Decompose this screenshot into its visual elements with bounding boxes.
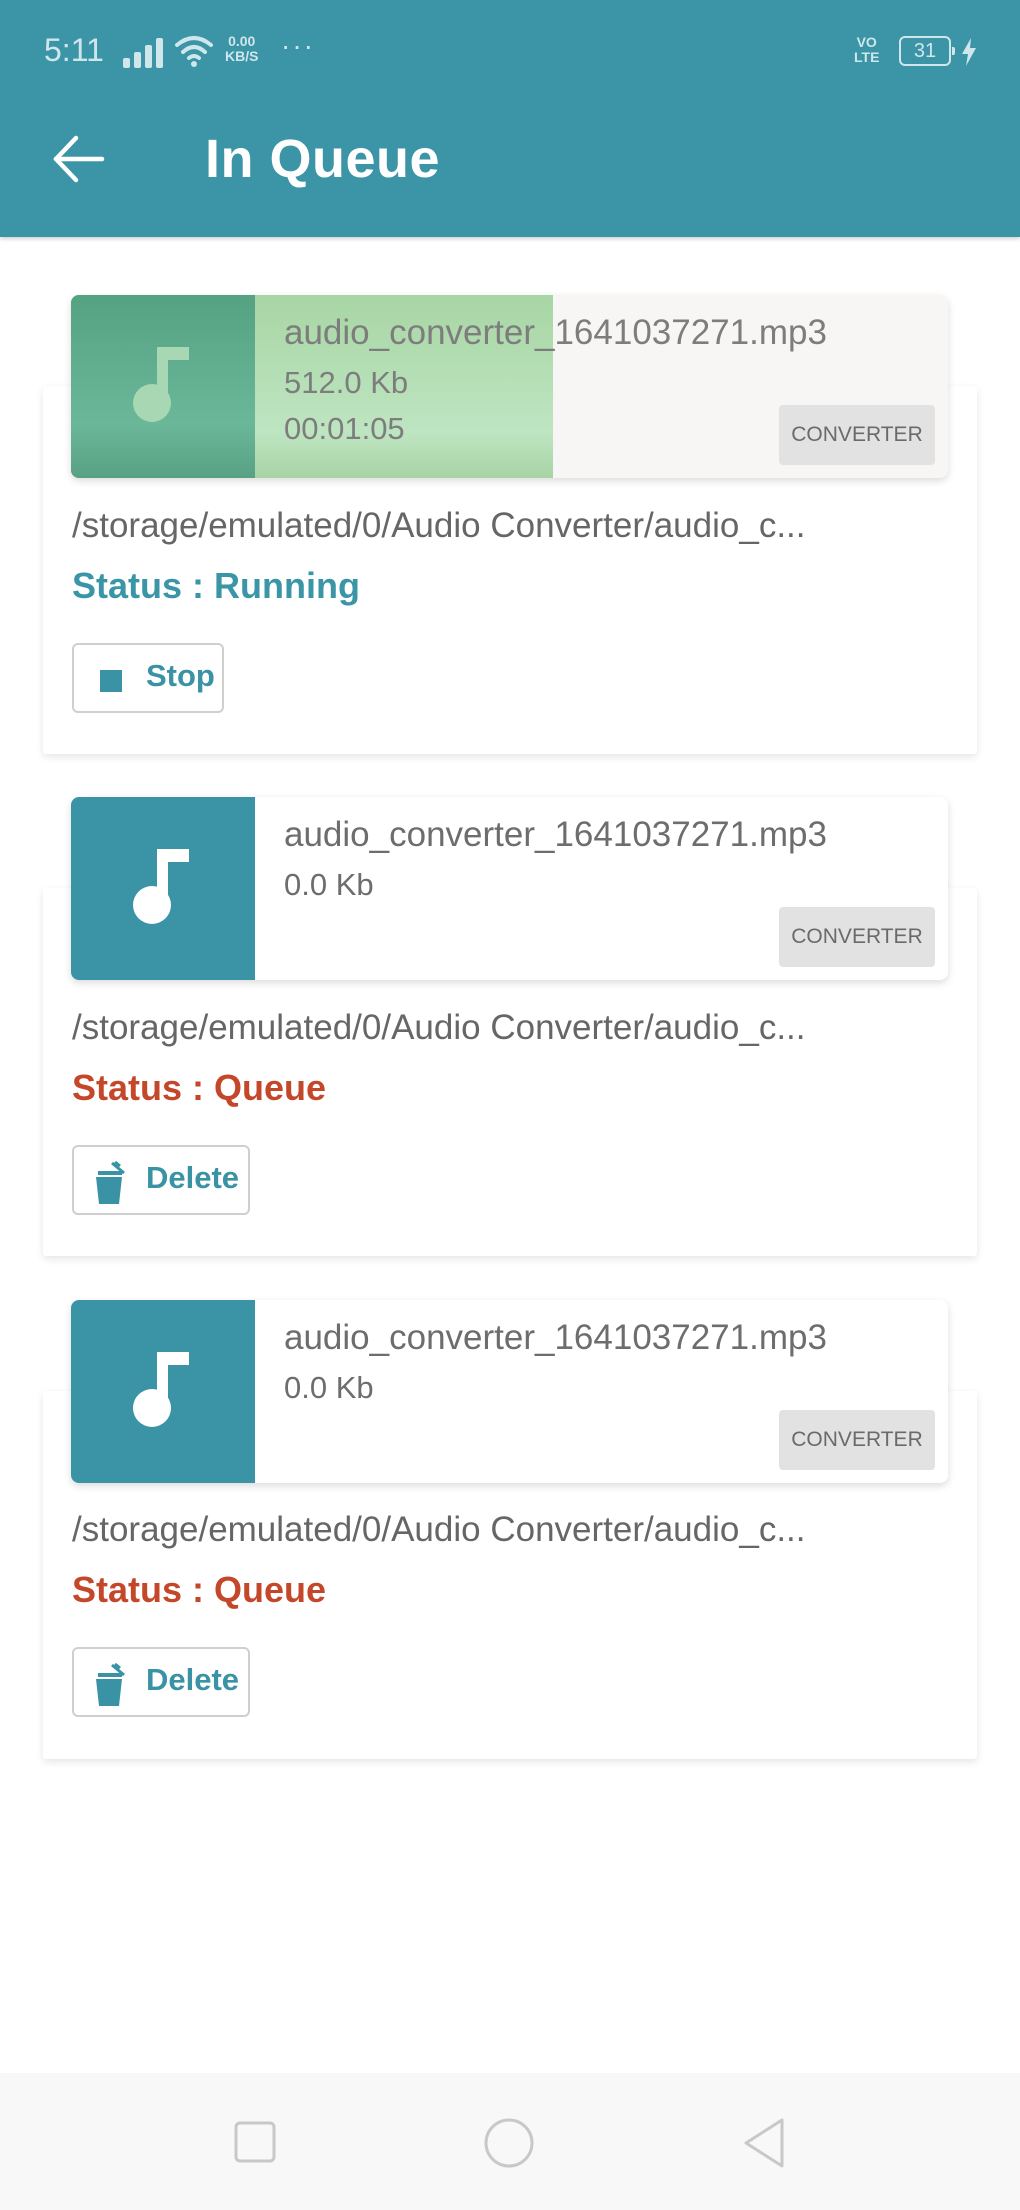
status-time: 5:11 — [44, 32, 104, 68]
delete-button-label: Delete — [146, 1662, 240, 1697]
file-duration: 00:01:05 — [284, 411, 405, 446]
recents-icon[interactable] — [234, 2121, 276, 2163]
queue-item-header[interactable]: audio_converter_1641037271.mp3 512.0 Kb … — [71, 295, 948, 478]
file-path: /storage/emulated/0/Audio Converter/audi… — [72, 506, 806, 545]
delete-button[interactable]: Delete — [72, 1647, 250, 1717]
network-speed-value: 0.00 — [228, 33, 256, 49]
file-path: /storage/emulated/0/Audio Converter/audi… — [72, 1510, 806, 1549]
file-size: 0.0 Kb — [284, 867, 374, 902]
trash-icon — [96, 1663, 125, 1706]
converter-tag[interactable]: CONVERTER — [779, 1410, 935, 1470]
battery-level: 31 — [913, 40, 937, 62]
stop-button-label: Stop — [146, 658, 215, 693]
stop-button[interactable]: Stop — [72, 643, 224, 713]
file-path: /storage/emulated/0/Audio Converter/audi… — [72, 1008, 806, 1047]
music-note-icon — [133, 1352, 189, 1427]
battery-icon: 31 — [899, 36, 955, 66]
status-text: Status : Queue — [72, 1067, 327, 1108]
status-text: Status : Queue — [72, 1569, 327, 1610]
delete-button[interactable]: Delete — [72, 1145, 250, 1215]
queue-item-header[interactable]: audio_converter_1641037271.mp3 0.0 Kb CO… — [71, 1300, 948, 1483]
converter-tag[interactable]: CONVERTER — [779, 907, 935, 967]
queue-item-header[interactable]: audio_converter_1641037271.mp3 0.0 Kb CO… — [71, 797, 948, 980]
status-text: Status : Running — [72, 565, 360, 606]
signal-icon — [123, 38, 163, 68]
app-bar: 5:11 0.00 KB/S ··· VO LTE 31 In Queue — [0, 0, 1020, 237]
trash-icon — [96, 1161, 125, 1204]
home-icon[interactable] — [483, 2117, 535, 2169]
status-bar: 5:11 0.00 KB/S ··· VO LTE 31 — [0, 0, 1020, 100]
arrow-left-icon — [53, 135, 105, 183]
file-size: 512.0 Kb — [284, 365, 409, 400]
wifi-icon — [175, 36, 213, 67]
more-notifications-icon: ··· — [281, 30, 315, 61]
audio-thumbnail — [71, 1300, 255, 1483]
charging-icon — [962, 38, 976, 66]
volte-top: VO — [856, 34, 877, 50]
back-button[interactable] — [50, 132, 106, 186]
file-size: 0.0 Kb — [284, 1370, 374, 1405]
volte-bottom: LTE — [854, 49, 880, 65]
music-note-icon — [133, 849, 189, 924]
page-title: In Queue — [205, 129, 441, 189]
network-speed-unit: KB/S — [225, 48, 259, 64]
audio-thumbnail-overlay — [71, 295, 255, 478]
stop-icon — [100, 670, 122, 692]
music-note-icon — [133, 347, 189, 422]
file-name: audio_converter_1641037271.mp3 — [284, 313, 827, 352]
network-speed: 0.00 KB/S — [225, 34, 258, 64]
audio-thumbnail — [71, 797, 255, 980]
file-name: audio_converter_1641037271.mp3 — [284, 815, 827, 854]
volte-indicator: VO LTE — [854, 35, 879, 65]
back-nav-icon[interactable] — [742, 2117, 788, 2169]
system-navigation-bar — [0, 2073, 1020, 2210]
converter-tag[interactable]: CONVERTER — [779, 405, 935, 465]
file-name: audio_converter_1641037271.mp3 — [284, 1318, 827, 1357]
delete-button-label: Delete — [146, 1160, 240, 1195]
